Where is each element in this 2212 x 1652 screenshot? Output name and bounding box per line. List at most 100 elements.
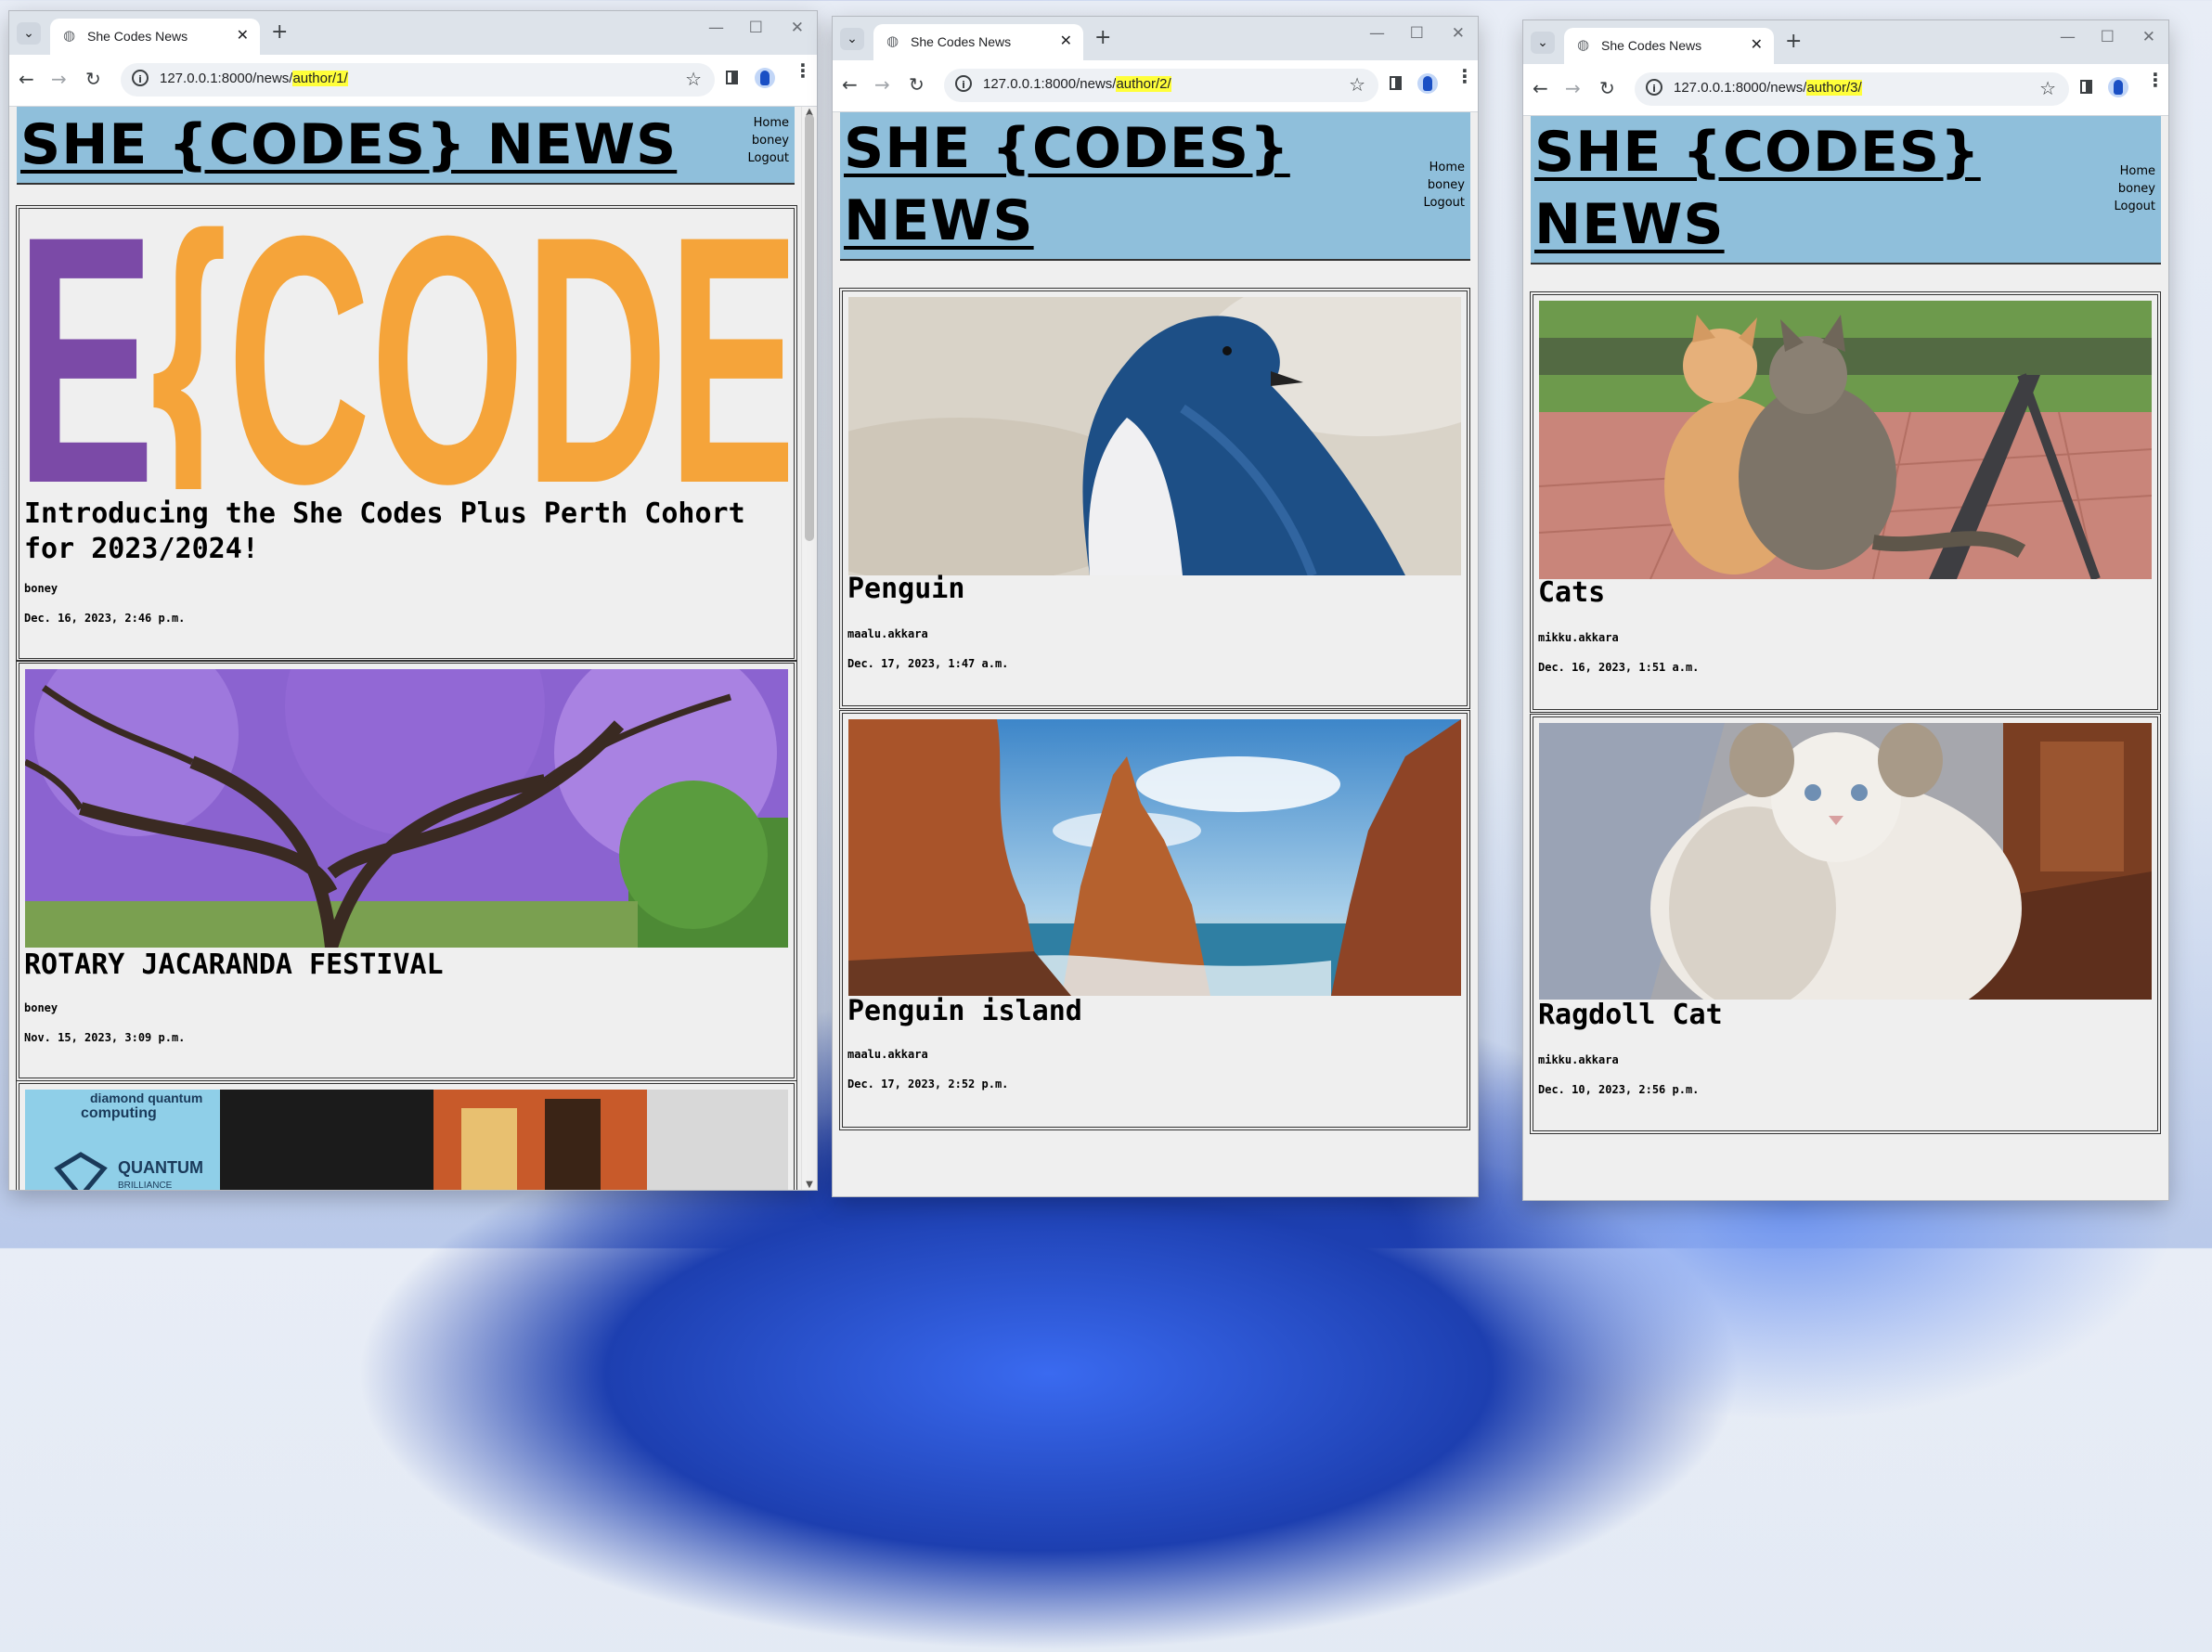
scrollbar-thumb[interactable] — [805, 114, 814, 541]
story-card[interactable]: Ragdoll Cat mikku.akkara Dec. 10, 2023, … — [1530, 714, 2161, 1134]
nav-home-link[interactable]: Home — [747, 114, 789, 132]
arrow-left-icon[interactable]: ← — [1533, 77, 1548, 99]
tab-strip: ⌄ ◍ She Codes News ✕ + — ☐ ✕ — [1523, 20, 2168, 64]
site-header: SHE {CODES} NEWS Home boney Logout — [17, 107, 795, 185]
browser-tab[interactable]: ◍ She Codes News ✕ — [1564, 28, 1774, 64]
more-vert-icon[interactable]: ⋮ — [2146, 71, 2165, 89]
arrow-right-icon[interactable]: → — [874, 73, 890, 96]
scroll-down-arrow[interactable]: ▼ — [802, 1180, 817, 1190]
maximize-button[interactable]: ☐ — [749, 19, 763, 37]
address-bar[interactable]: i 127.0.0.1:8000/news/author/2/ ☆ — [944, 69, 1378, 102]
reload-icon[interactable]: ↻ — [909, 73, 925, 96]
address-bar[interactable]: i 127.0.0.1:8000/news/author/3/ ☆ — [1635, 72, 2069, 106]
story-card[interactable]: E {CODE Introducing the She Codes Plus P… — [16, 205, 797, 662]
story-title[interactable]: Penguin — [847, 572, 964, 607]
nav-user-link[interactable]: boney — [747, 132, 789, 149]
star-icon[interactable]: ☆ — [2039, 77, 2056, 99]
more-vert-icon[interactable]: ⋮ — [1455, 67, 1474, 85]
new-tab-button[interactable]: + — [1785, 32, 1802, 52]
nav-user-link[interactable]: boney — [1423, 176, 1465, 194]
nav-home-link[interactable]: Home — [1423, 159, 1465, 176]
story-card[interactable]: ROTARY JACARANDA FESTIVAL boney Nov. 15,… — [16, 660, 797, 1081]
story-card[interactable]: diamond quantum computing QUANTUM BRILLI… — [16, 1080, 797, 1190]
browser-tab[interactable]: ◍ She Codes News ✕ — [50, 19, 260, 55]
star-icon[interactable]: ☆ — [1349, 73, 1365, 96]
story-title[interactable]: ROTARY JACARANDA FESTIVAL — [24, 948, 444, 983]
maximize-button[interactable]: ☐ — [1410, 24, 1424, 43]
quantum-computer-image: diamond quantum computing QUANTUM BRILLI… — [25, 1090, 788, 1190]
browser-window-author-2: ⌄ ◍ She Codes News ✕ + — ☐ ✕ ← → ↻ i 127… — [833, 17, 1478, 1196]
close-tab-icon[interactable]: ✕ — [1751, 35, 1763, 53]
story-title[interactable]: Penguin island — [847, 994, 1082, 1029]
page-scrollbar[interactable]: ▲ ▼ — [801, 107, 817, 1190]
side-panel-icon[interactable] — [1390, 76, 1402, 90]
profile-icon[interactable] — [1417, 73, 1438, 94]
profile-icon[interactable] — [755, 68, 775, 88]
info-icon[interactable]: i — [132, 70, 149, 86]
arrow-right-icon[interactable]: → — [1565, 77, 1581, 99]
site-title[interactable]: SHE {CODES} NEWS — [20, 109, 677, 181]
story-card[interactable]: Cats mikku.akkara Dec. 16, 2023, 1:51 a.… — [1530, 291, 2161, 713]
close-window-button[interactable]: ✕ — [791, 19, 804, 37]
close-tab-icon[interactable]: ✕ — [237, 26, 249, 44]
page-content: SHE {CODES} NEWS Home boney Logout — [1523, 116, 2168, 1200]
ragdoll-cat-image — [1539, 723, 2152, 1000]
browser-window-author-1: ⌄ ◍ She Codes News ✕ + — ☐ ✕ ← → ↻ i 127… — [9, 11, 817, 1190]
site-title-line-1[interactable]: SHE {CODES} — [844, 112, 1290, 185]
story-card[interactable]: Penguin maalu.akkara Dec. 17, 2023, 1:47… — [839, 288, 1470, 709]
tab-strip: ⌄ ◍ She Codes News ✕ + — ☐ ✕ — [833, 17, 1478, 60]
chevron-down-icon[interactable]: ⌄ — [1531, 32, 1555, 54]
url-text[interactable]: 127.0.0.1:8000/news/author/3/ — [1674, 80, 1862, 96]
minimize-button[interactable]: — — [2060, 28, 2076, 46]
side-panel-icon[interactable] — [726, 71, 738, 84]
side-panel-icon[interactable] — [2080, 80, 2092, 94]
chevron-down-icon[interactable]: ⌄ — [17, 22, 41, 45]
url-text[interactable]: 127.0.0.1:8000/news/author/2/ — [983, 76, 1171, 92]
reload-icon[interactable]: ↻ — [85, 68, 101, 90]
story-author: mikku.akkara — [1538, 1053, 1619, 1066]
story-title[interactable]: Introducing the She Codes Plus Perth Coh… — [24, 497, 748, 567]
story-author: boney — [24, 1001, 58, 1014]
nav-user-link[interactable]: boney — [2114, 180, 2155, 198]
minimize-button[interactable]: — — [708, 19, 724, 37]
nav-logout-link[interactable]: Logout — [2114, 198, 2155, 215]
reload-icon[interactable]: ↻ — [1599, 77, 1615, 99]
info-icon[interactable]: i — [1646, 79, 1662, 96]
url-text[interactable]: 127.0.0.1:8000/news/author/1/ — [160, 71, 348, 86]
close-tab-icon[interactable]: ✕ — [1060, 32, 1072, 49]
close-window-button[interactable]: ✕ — [2142, 28, 2155, 46]
maximize-button[interactable]: ☐ — [2101, 28, 2115, 46]
star-icon[interactable]: ☆ — [685, 68, 702, 90]
site-header: SHE {CODES} NEWS Home boney Logout — [840, 112, 1470, 261]
minimize-button[interactable]: — — [1369, 24, 1385, 43]
site-nav: Home boney Logout — [2114, 162, 2155, 215]
browser-toolbar: ← → ↻ i 127.0.0.1:8000/news/author/3/ ☆ … — [1523, 64, 2168, 116]
new-tab-button[interactable]: + — [271, 22, 288, 43]
site-title-line-2[interactable]: NEWS — [844, 185, 1034, 257]
site-title-line-2[interactable]: NEWS — [1534, 188, 1725, 261]
story-author: maalu.akkara — [847, 627, 928, 640]
nav-logout-link[interactable]: Logout — [1423, 194, 1465, 212]
new-tab-button[interactable]: + — [1094, 28, 1111, 48]
arrow-left-icon[interactable]: ← — [842, 73, 858, 96]
story-author: boney — [24, 582, 58, 595]
info-icon[interactable]: i — [955, 75, 972, 92]
chevron-down-icon[interactable]: ⌄ — [840, 28, 864, 50]
story-title[interactable]: Ragdoll Cat — [1538, 998, 1723, 1033]
arrow-left-icon[interactable]: ← — [19, 68, 34, 90]
close-window-button[interactable]: ✕ — [1452, 24, 1465, 43]
story-card[interactable]: Penguin island maalu.akkara Dec. 17, 202… — [839, 710, 1470, 1130]
nav-logout-link[interactable]: Logout — [747, 149, 789, 167]
more-vert-icon[interactable]: ⋮ — [794, 61, 812, 80]
tab-title: She Codes News — [1601, 38, 1702, 53]
quantum-sign-text-1: computing — [81, 1105, 157, 1121]
arrow-right-icon[interactable]: → — [51, 68, 67, 90]
site-title-line-1[interactable]: SHE {CODES} — [1534, 116, 1981, 188]
nav-home-link[interactable]: Home — [2114, 162, 2155, 180]
story-title[interactable]: Cats — [1538, 575, 1605, 611]
story-date: Dec. 17, 2023, 2:52 p.m. — [847, 1078, 1009, 1091]
browser-tab[interactable]: ◍ She Codes News ✕ — [873, 24, 1083, 60]
rocky-coast-image — [848, 719, 1461, 996]
profile-icon[interactable] — [2108, 77, 2128, 97]
address-bar[interactable]: i 127.0.0.1:8000/news/author/1/ ☆ — [121, 63, 715, 97]
